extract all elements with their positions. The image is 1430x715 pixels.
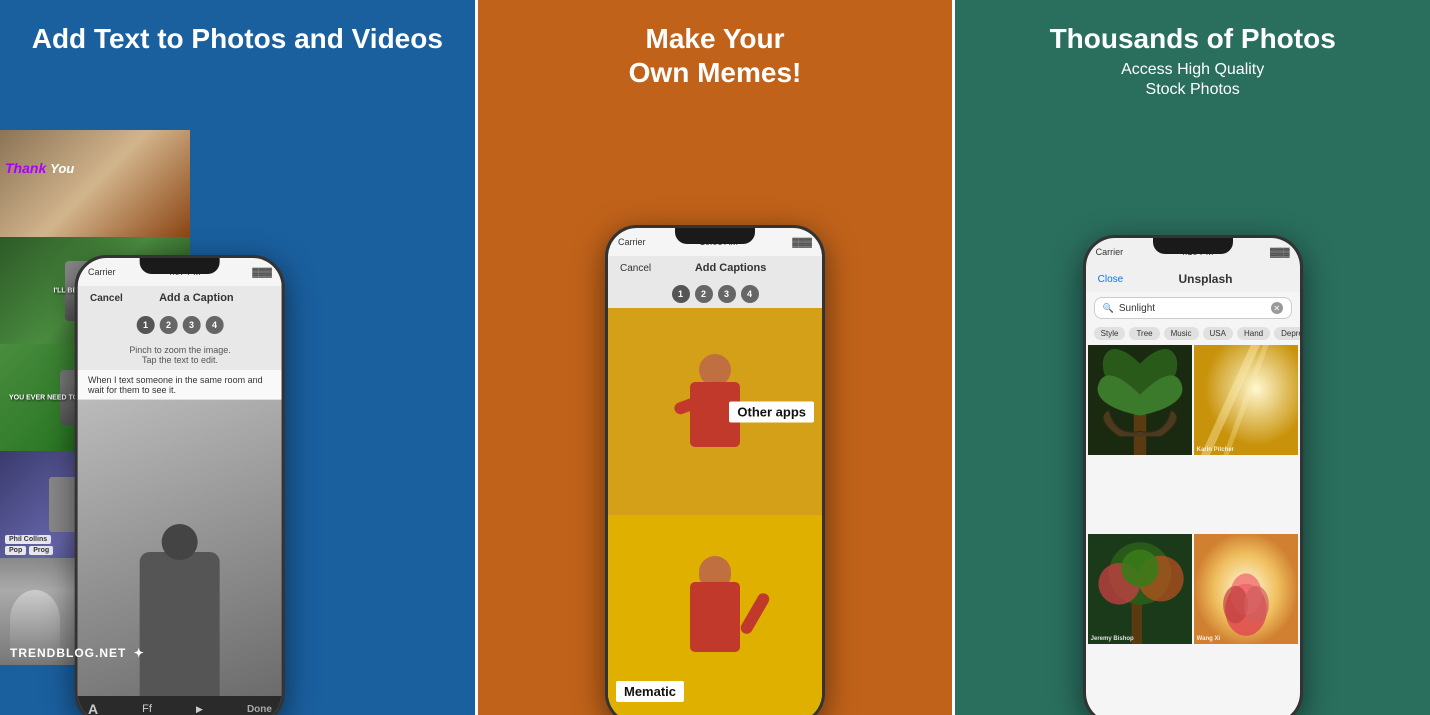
step-3[interactable]: 3 [182, 316, 200, 334]
close-btn-3[interactable]: Close [1098, 274, 1124, 285]
status-bar-1: Carrier 4:07 PM ▓▓▓ [78, 258, 282, 286]
panel-2-title: Make YourOwn Memes! [629, 22, 802, 89]
step-4[interactable]: 4 [205, 316, 223, 334]
phone-3-wrapper: Carrier 4:10 PM ▓▓▓ Close Unsplash 🔍 Sun… [1083, 235, 1303, 715]
photo-label-3: Jeremy Bishop [1091, 636, 1134, 642]
p2-nav: Cancel Add Captions [608, 256, 822, 280]
trendblog-watermark: TRENDBLOG.NET ✦ [10, 646, 145, 660]
search-icon: 🔍 [1103, 303, 1114, 314]
step-2-4[interactable]: 4 [741, 285, 759, 303]
panel-photos: Thousands of Photos Access High QualityS… [955, 0, 1430, 715]
bottom-toolbar: A Ff ▶ Done [78, 696, 282, 715]
woman-silhouette [140, 552, 220, 715]
panel-3-subtitle: Access High QualityStock Photos [1050, 60, 1336, 102]
time-2: 10:06 AM [700, 237, 738, 247]
carrier-3: Carrier [1096, 247, 1124, 257]
meme-mematic-label: Mematic [616, 681, 684, 702]
screen-2: Cancel Add Captions 1 2 3 4 [608, 256, 822, 715]
font-a[interactable]: A [88, 701, 98, 715]
main-photo [78, 400, 282, 715]
panel-add-text: Add Text to Photos and Videos Thank You … [0, 0, 475, 715]
arrow-icon[interactable]: ▶ [196, 704, 203, 715]
carrier-2: Carrier [618, 237, 646, 247]
photo-4[interactable]: Wang Xi [1194, 534, 1298, 644]
tag-style[interactable]: Style [1094, 327, 1126, 340]
hint-line1: Pinch to zoom the image. [86, 345, 274, 355]
signal-1: ▓▓▓ [252, 267, 272, 277]
cancel-btn-1[interactable]: Cancel [90, 293, 123, 304]
panel-3-heading: Thousands of Photos Access High QualityS… [1020, 0, 1366, 111]
panel-3-title: Thousands of Photos [1050, 22, 1336, 56]
screen-3: Close Unsplash 🔍 Sunlight ✕ Style Tree M… [1086, 266, 1300, 715]
search-value[interactable]: Sunlight [1119, 303, 1155, 314]
panel-1-title: Add Text to Photos and Videos [32, 22, 443, 56]
strip-item-1: Thank You [0, 130, 190, 237]
phone-2: Carrier 10:06 AM ▓▓▓ Cancel Add Captions… [605, 225, 825, 715]
p1-nav: Cancel Add a Caption [78, 286, 282, 310]
photo-2[interactable]: Karin Pitcher [1194, 345, 1298, 455]
photo-grid: Karin Pitcher J [1086, 343, 1300, 715]
hint-area: Pinch to zoom the image. Tap the text to… [78, 340, 282, 370]
p3-nav: Close Unsplash [1086, 266, 1300, 292]
panel-1-heading: Add Text to Photos and Videos [2, 0, 473, 70]
time-1: 4:07 PM [167, 267, 201, 277]
nav-title-1: Add a Caption [159, 292, 234, 304]
photo-label-4: Wang Xi [1197, 636, 1220, 642]
done-btn[interactable]: Done [247, 704, 272, 715]
caption-text[interactable]: When I text someone in the same room and… [78, 370, 282, 400]
tag-tree[interactable]: Tree [1129, 327, 1159, 340]
photo-1[interactable] [1088, 345, 1192, 455]
photo-3[interactable]: Jeremy Bishop [1088, 534, 1192, 644]
clear-search-icon[interactable]: ✕ [1271, 302, 1283, 314]
tag-music[interactable]: Music [1164, 327, 1199, 340]
tag-list: Style Tree Music USA Hand Depress [1086, 324, 1300, 343]
panel-2-heading: Make YourOwn Memes! [599, 0, 832, 103]
carrier-1: Carrier [88, 267, 116, 277]
tag-depress[interactable]: Depress [1274, 327, 1300, 340]
meme-bottom: Mematic [608, 515, 822, 715]
nav-title-2: Add Captions [695, 262, 767, 274]
nav-title-3: Unsplash [1178, 272, 1232, 286]
meme-other-apps-label: Other apps [729, 401, 814, 422]
meme-top: Other apps [608, 308, 822, 515]
steps-1: 1 2 3 4 [78, 310, 282, 340]
phone-3: Carrier 4:10 PM ▓▓▓ Close Unsplash 🔍 Sun… [1083, 235, 1303, 715]
meme-area: Other apps Mematic [608, 308, 822, 715]
step-2[interactable]: 2 [159, 316, 177, 334]
step-2-3[interactable]: 3 [718, 285, 736, 303]
steps-2: 1 2 3 4 [608, 280, 822, 308]
signal-3: ▓▓▓ [1270, 247, 1290, 257]
status-bar-2: Carrier 10:06 AM ▓▓▓ [608, 228, 822, 256]
font-ff[interactable]: Ff [142, 703, 152, 715]
hint-line2: Tap the text to edit. [86, 355, 274, 365]
search-bar[interactable]: 🔍 Sunlight ✕ [1094, 297, 1292, 319]
cancel-btn-2[interactable]: Cancel [620, 263, 651, 274]
panel-memes: Make YourOwn Memes! Carrier 10:06 AM ▓▓▓… [475, 0, 956, 715]
step-2-2[interactable]: 2 [695, 285, 713, 303]
step-1[interactable]: 1 [136, 316, 154, 334]
tag-hand[interactable]: Hand [1237, 327, 1270, 340]
tag-usa[interactable]: USA [1203, 327, 1233, 340]
time-3: 4:10 PM [1180, 247, 1214, 257]
photo-label-2: Karin Pitcher [1197, 447, 1234, 453]
step-2-1[interactable]: 1 [672, 285, 690, 303]
phone-2-wrapper: Carrier 10:06 AM ▓▓▓ Cancel Add Captions… [605, 225, 825, 715]
signal-2: ▓▓▓ [792, 237, 812, 247]
thank-text: Thank You [5, 160, 74, 176]
status-bar-3: Carrier 4:10 PM ▓▓▓ [1086, 238, 1300, 266]
